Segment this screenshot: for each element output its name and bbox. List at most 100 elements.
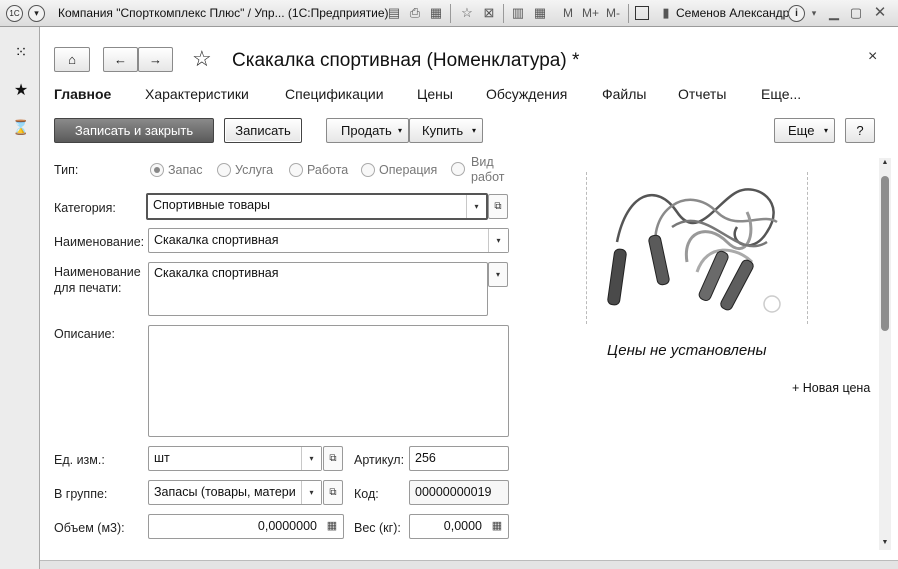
calculator-icon[interactable]: ▥ [510, 5, 526, 21]
unit-value: шт [154, 451, 170, 465]
type-option-stock[interactable]: Запас [150, 162, 202, 178]
category-open-icon[interactable]: ⧉ [488, 194, 508, 219]
category-label: Категория: [54, 201, 116, 215]
type-option-service[interactable]: Услуга [217, 162, 273, 178]
radio-label: Вид работ [471, 155, 505, 184]
sections-panel: ⁙ ★ ⌛ [0, 27, 40, 569]
favorite-star-icon[interactable]: ☆ [192, 46, 212, 72]
home-button[interactable]: ⌂ [54, 47, 90, 72]
calculator-icon[interactable]: ▦ [486, 515, 508, 538]
unit-open-icon[interactable]: ⧉ [323, 446, 343, 471]
group-value: Запасы (товары, матери [154, 485, 296, 499]
radio-icon [451, 162, 465, 176]
forward-button[interactable]: → [138, 47, 173, 72]
name-value: Скакалка спортивная [154, 233, 279, 247]
print-name-dropdown-icon[interactable]: ▾ [488, 262, 508, 287]
memory-subtract-button[interactable]: M- [606, 6, 620, 20]
memory-store-button[interactable]: M [563, 6, 573, 20]
main-menu-icon[interactable]: ▾ [28, 5, 45, 22]
group-dropdown-icon[interactable]: ▾ [301, 481, 321, 504]
group-label: В группе: [54, 487, 108, 501]
tab-discussions[interactable]: Обсуждения [486, 86, 567, 102]
weight-label: Вес (кг): [354, 521, 401, 535]
maximize-icon[interactable]: ▢ [848, 5, 864, 21]
name-field[interactable]: Скакалка спортивная [148, 228, 509, 253]
tab-main[interactable]: Главное [54, 86, 111, 102]
tab-specifications[interactable]: Спецификации [285, 86, 384, 102]
panels-icon[interactable] [635, 6, 649, 20]
group-open-icon[interactable]: ⧉ [323, 480, 343, 505]
calculator-icon[interactable]: ▦ [321, 515, 343, 538]
favorites-icon[interactable]: ☆ [459, 5, 475, 21]
category-field[interactable]: Спортивные товары [146, 193, 488, 220]
article-label: Артикул: [354, 453, 405, 467]
radio-icon [217, 162, 231, 177]
description-label: Описание: [54, 327, 115, 341]
radio-label: Услуга [235, 163, 274, 177]
tab-reports[interactable]: Отчеты [678, 86, 726, 102]
new-price-link[interactable]: + Новая цена [792, 381, 870, 395]
user-icon: ▮ [662, 5, 670, 20]
close-window-icon[interactable]: ✕ [872, 5, 888, 21]
save-button[interactable]: Записать [224, 118, 302, 143]
type-option-work[interactable]: Работа [289, 162, 348, 178]
status-bar [40, 560, 898, 569]
category-dropdown-icon[interactable]: ▾ [466, 195, 486, 218]
tab-files[interactable]: Файлы [602, 86, 646, 102]
radio-selected-icon [150, 162, 164, 177]
calendar-icon[interactable]: ▦ [532, 5, 548, 21]
scroll-down-icon[interactable]: ▼ [879, 538, 891, 548]
history-icon[interactable]: ⌛ [11, 117, 31, 137]
group-field[interactable]: Запасы (товары, матери [148, 480, 322, 505]
sell-button[interactable]: Продать ▾ [326, 118, 409, 143]
close-form-icon[interactable]: × [868, 48, 877, 66]
form-title: Скакалка спортивная (Номенклатура) * [232, 50, 580, 71]
unit-dropdown-icon[interactable]: ▾ [301, 447, 321, 470]
apps-grid-icon[interactable]: ⁙ [11, 43, 31, 63]
preview-icon[interactable]: ▦ [428, 5, 444, 21]
print-icon[interactable]: ⎙ [407, 5, 423, 21]
info-icon[interactable]: i [788, 5, 805, 22]
tab-characteristics[interactable]: Характеристики [145, 86, 249, 102]
help-button[interactable]: ? [845, 118, 875, 143]
app-logo-icon[interactable]: 1С [6, 5, 23, 22]
volume-value: 0,0000000 [257, 519, 317, 533]
scrollbar-thumb[interactable] [881, 176, 889, 331]
back-button[interactable]: ← [103, 47, 138, 72]
print-name-label: Наименование для печати: [54, 265, 141, 295]
name-label: Наименование: [54, 235, 145, 249]
article-field[interactable]: 256 [409, 446, 509, 471]
history-icon[interactable]: ⊠ [481, 5, 497, 21]
volume-label: Объем (м3): [54, 521, 125, 535]
type-option-operation[interactable]: Операция [361, 162, 437, 178]
window-titlebar: 1С ▾ Компания "Спорткомплекс Плюс" / Упр… [0, 0, 898, 27]
name-dropdown-icon[interactable]: ▾ [488, 229, 508, 252]
print-name-value: Скакалка спортивная [154, 266, 279, 280]
minimize-icon[interactable]: ▁ [826, 5, 842, 21]
save-icon[interactable]: ▤ [386, 5, 402, 21]
scrollbar[interactable]: ▲ ▼ [879, 158, 891, 550]
unit-field[interactable]: шт [148, 446, 322, 471]
memory-add-button[interactable]: M+ [582, 6, 599, 20]
radio-label: Работа [307, 163, 349, 177]
favorites-star-icon[interactable]: ★ [11, 81, 31, 101]
buy-label: Купить [422, 123, 464, 138]
chevron-down-icon[interactable]: ▾ [806, 5, 822, 21]
scroll-up-icon[interactable]: ▲ [879, 158, 891, 168]
tab-more[interactable]: Еще... [761, 86, 801, 102]
window-title: Компания "Спорткомплекс Плюс" / Упр... (… [58, 6, 389, 20]
tab-prices[interactable]: Цены [417, 86, 453, 102]
more-button[interactable]: Еще ▾ [774, 118, 835, 143]
volume-field[interactable]: 0,0000000 [148, 514, 344, 539]
product-image-frame[interactable] [586, 172, 808, 324]
save-and-close-button[interactable]: Записать и закрыть [54, 118, 214, 143]
buy-button[interactable]: Купить ▾ [409, 118, 483, 143]
more-label: Еще [788, 123, 815, 138]
print-name-field[interactable]: Скакалка спортивная [148, 262, 488, 316]
type-label: Тип: [54, 163, 79, 177]
current-user[interactable]: Семенов Александр [676, 6, 789, 20]
code-value: 00000000019 [415, 485, 492, 499]
description-field[interactable] [148, 325, 509, 437]
code-label: Код: [354, 487, 379, 501]
radio-icon [361, 162, 375, 177]
